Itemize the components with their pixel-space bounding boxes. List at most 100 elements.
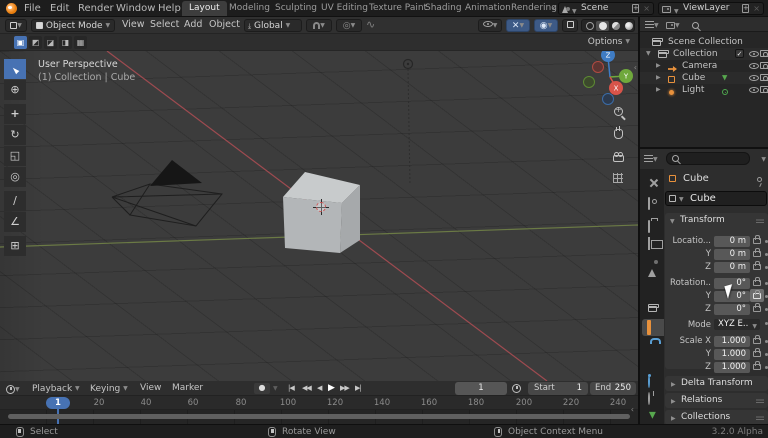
navigation-gizmo[interactable]: Z Y X [580,51,638,108]
delta-transform-panel[interactable]: ▶ Delta Transform [665,376,768,391]
tool-scale[interactable]: ◱ [4,146,26,166]
select-mode-set-button[interactable]: ▣ [14,36,27,49]
tool-cursor[interactable]: ⊕ [4,80,26,100]
gizmo-y-neg[interactable] [583,76,595,88]
lock-icon[interactable] [753,361,761,370]
hide-eye-icon[interactable] [749,51,759,57]
panel-grip-icon[interactable] [756,398,764,403]
menu-render[interactable]: Render [76,0,116,17]
tool-annotate[interactable]: ∕ [4,191,26,211]
select-mode-intersect-button[interactable]: ▦ [74,36,87,49]
panel-grip-icon[interactable] [756,415,764,420]
menu-playback[interactable]: Playback ▼ [32,381,80,397]
shading-wireframe-button[interactable] [583,21,596,31]
zoom-button[interactable] [610,105,626,123]
disable-render-icon[interactable] [760,62,768,69]
outliner-row-scene-collection[interactable]: Scene Collection [640,36,768,48]
expand-icon[interactable]: ▼ [646,48,651,60]
select-mode-extend-button[interactable]: ◩ [29,36,42,49]
menu-marker[interactable]: Marker [172,381,203,396]
transform-orientation-select[interactable]: ⤓ Global ▼ [244,19,302,32]
shading-material-button[interactable] [609,21,622,31]
use-preview-range-button[interactable] [512,383,521,394]
menu-file[interactable]: File [22,0,43,17]
tab-constraints[interactable] [642,390,664,407]
tab-object[interactable] [642,319,664,336]
menu-view[interactable]: View [122,17,145,33]
sidebar-collapse-arrow[interactable]: ‹ [634,63,637,72]
tab-view-layer[interactable] [642,235,664,252]
menu-help[interactable]: Help [156,0,183,17]
menu-keying[interactable]: Keying ▼ [90,381,128,397]
expand-icon[interactable]: ▶ [656,84,661,96]
outliner-editor-icon[interactable]: ▼ [645,20,659,31]
hide-eye-icon[interactable] [749,75,759,81]
lock-icon[interactable] [753,277,761,286]
expand-icon[interactable]: ▶ [656,72,661,84]
tool-select-box[interactable]: ► [4,59,26,79]
outliner-display-mode[interactable]: ▼ [666,20,680,31]
collections-panel[interactable]: ▶ Collections [665,410,768,424]
object-name-field[interactable]: ▼ Cube [665,191,767,206]
jump-to-start-button[interactable]: |◀ [288,381,295,396]
falloff-curve-icon[interactable]: ∿ [366,17,375,33]
tab-render[interactable] [642,195,664,212]
outliner-row-cube[interactable]: ▶ Cube ▲ [640,72,768,84]
menu-object[interactable]: Object [209,17,240,33]
perspective-toggle-button[interactable] [610,173,626,189]
object-visibility-dropdown[interactable]: ▼ [478,19,502,32]
filter-dropdown-icon[interactable]: ▼ [761,156,766,163]
menu-window[interactable]: Window [114,0,157,17]
timeline-ruler[interactable]: 20 40 60 80 100 120 140 160 180 200 220 … [0,396,638,410]
viewport-3d[interactable]: User Perspective (1) Collection | Cube ►… [0,51,638,381]
search-icon[interactable] [692,21,699,32]
prev-keyframe-button[interactable]: ◀◀ [302,381,312,396]
region-collapse-arrow[interactable]: ‹ [631,405,634,414]
menu-add[interactable]: Add [184,17,202,33]
gizmo-x-neg[interactable] [592,61,604,73]
workspace-scroll-left[interactable]: ‹ [550,0,558,17]
new-viewlayer-icon[interactable] [742,3,749,16]
lock-icon[interactable] [753,248,761,257]
menu-edit[interactable]: Edit [48,0,71,17]
tool-measure[interactable]: ∠ [4,212,26,232]
outliner-row-light[interactable]: ▶ Light [640,84,768,96]
select-mode-subtract-button[interactable]: ◪ [44,36,57,49]
current-frame-field[interactable]: 1 [455,382,507,395]
gizmo-z-neg[interactable] [602,93,614,105]
playhead-frame-badge[interactable]: 1 [46,397,70,409]
mesh-data-icon[interactable]: ▲ [722,72,727,84]
tab-scene[interactable] [642,255,664,277]
lock-icon[interactable] [753,335,761,344]
tab-physics[interactable] [642,373,664,390]
timeline-editor-icon[interactable]: ▼ [6,384,20,395]
tool-move[interactable]: + [4,104,26,124]
location-y-field[interactable]: 0 m [714,249,750,260]
light-object[interactable] [402,58,414,186]
properties-editor-icon[interactable]: ▼ [644,153,658,165]
chevron-down-icon[interactable]: ▼ [273,385,278,392]
scale-z-field[interactable]: 1.000 [714,362,750,373]
tool-rotate[interactable]: ↻ [4,125,26,145]
disable-render-icon[interactable] [760,86,768,93]
hide-eye-icon[interactable] [749,63,759,69]
lock-icon[interactable] [753,261,761,270]
location-z-field[interactable]: 0 m [714,262,750,273]
tab-collection[interactable] [642,299,664,316]
show-gizmo-toggle[interactable]: ✕▼ [506,19,530,32]
play-button[interactable]: ▶ [328,381,335,396]
unlink-scene-icon[interactable]: × [643,3,650,14]
menu-view[interactable]: View [140,381,161,396]
xray-toggle[interactable] [562,19,578,32]
tab-particles[interactable] [642,357,664,374]
workspace-tab-layout[interactable]: Layout [182,1,227,16]
outliner-row-camera[interactable]: ▶ Camera [640,60,768,72]
lock-icon[interactable] [753,303,761,312]
blender-logo-icon[interactable] [6,3,17,14]
location-x-field[interactable]: 0 m [714,236,750,247]
scene-name[interactable]: Scene [581,3,608,14]
frame-end-field[interactable]: End 250 [590,382,636,395]
rotation-mode-dropdown[interactable]: XYZ E.. ▼ [714,319,760,330]
properties-search-input[interactable] [666,152,750,165]
lock-icon[interactable] [753,235,761,244]
